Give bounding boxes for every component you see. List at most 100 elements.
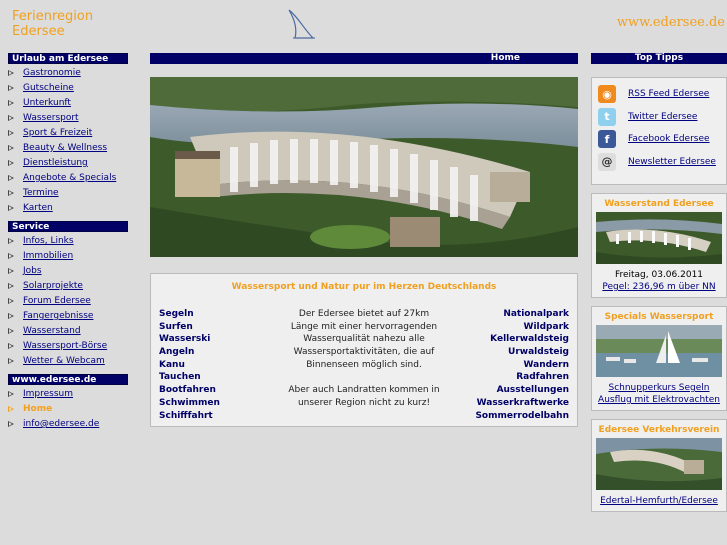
activity-link[interactable]: Urwaldsteig [475,346,569,359]
tip-link[interactable]: RSS Feed Edersee [628,89,709,99]
sidebar-item-dienstleistung[interactable]: Dienstleistung [8,156,128,171]
activity-link[interactable]: Sommerrodelbahn [475,410,569,423]
sidebar-link[interactable]: Fangergebnisse [23,311,93,321]
content-box: Wassersport und Natur pur im Herzen Deut… [150,273,578,427]
site-url[interactable]: www.edersee.de [617,15,725,30]
sail-icon[interactable] [285,8,317,40]
sidebar-item-home[interactable]: Home [8,402,128,417]
activity-link[interactable]: Wasserkraftwerke [475,397,569,410]
pegel-link[interactable]: Pegel: 236,96 m über NN [596,281,722,293]
sidebar-item-wasserstand[interactable]: Wasserstand [8,324,128,339]
sidebar-link[interactable]: Angebote & Specials [23,173,116,183]
sidebar-item-info-edersee-de[interactable]: info@edersee.de [8,417,128,432]
sidebar-item-unterkunft[interactable]: Unterkunft [8,96,128,111]
activity-link[interactable]: Ausstellungen [475,384,569,397]
sidebar-item-wassersport[interactable]: Wassersport [8,111,128,126]
sidebar-link[interactable]: Wetter & Webcam [23,356,105,366]
sidebar-link[interactable]: Home [23,404,52,414]
sidebar-item-jobs[interactable]: Jobs [8,264,128,279]
activities-left: Segeln Surfen Wasserski Angeln Kanu Tauchen Bo… [159,308,220,422]
tip-link[interactable]: Newsletter Edersee [628,157,716,167]
facebook-icon[interactable]: f [598,130,616,149]
sidebar-link[interactable]: Infos, Links [23,236,74,246]
tip-link[interactable]: Twitter Edersee [628,112,697,122]
sidebar-item-solarprojekte[interactable]: Solarprojekte [8,279,128,294]
sidebar-item-beauty-wellness[interactable]: Beauty & Wellness [8,141,128,156]
sidebar-item-sport-freizeit[interactable]: Sport & Freizeit [8,126,128,141]
tip-item[interactable]: f Facebook Edersee [592,128,726,151]
bullet-arrow-icon [8,145,14,151]
bullet-arrow-icon [8,298,14,304]
schnupperkurs-link[interactable]: Schnupperkurs Segeln [596,382,722,394]
edertal-link[interactable]: Edertal-Hemfurth/Edersee [596,495,722,507]
activity-link[interactable]: Angeln [159,346,220,359]
ausflug-link[interactable]: Ausflug mit Elektrovachten [596,394,722,406]
tip-link[interactable]: Facebook Edersee [628,134,710,144]
sidebar-link[interactable]: Dienstleistung [23,158,88,168]
sidebar-link[interactable]: Gastronomie [23,68,81,78]
bullet-arrow-icon [8,238,14,244]
bullet-arrow-icon [8,130,14,136]
tip-item[interactable]: @ Newsletter Edersee [592,151,726,174]
rss-icon[interactable]: ◉ [598,85,616,104]
activity-link[interactable]: Schifffahrt [159,410,220,423]
activity-link[interactable]: Nationalpark [475,308,569,321]
activity-link[interactable]: Segeln [159,308,220,321]
sidebar-item-gastronomie[interactable]: Gastronomie [8,66,128,81]
activity-link[interactable]: Wandern [475,359,569,372]
sidebar-link[interactable]: info@edersee.de [23,419,99,429]
main-heading: Home [150,53,578,64]
sidebar-link[interactable]: Beauty & Wellness [23,143,107,153]
activity-link[interactable]: Kanu [159,359,220,372]
tip-item[interactable]: t Twitter Edersee [592,106,726,129]
sidebar-link[interactable]: Karten [23,203,53,213]
dam-thumbnail[interactable] [596,212,722,264]
activity-link[interactable]: Wasserski [159,333,220,346]
sidebar-link[interactable]: Jobs [23,266,42,276]
sidebar-item-impressum[interactable]: Impressum [8,387,128,402]
activity-link[interactable]: Kellerwaldsteig [475,333,569,346]
sidebar-item-angebote-specials[interactable]: Angebote & Specials [8,171,128,186]
sidebar-link[interactable]: Forum Edersee [23,296,91,306]
right-sidebar: Top Tipps ◉ RSS Feed Edersee t Twitter Eder… [591,53,727,512]
sidebar-link[interactable]: Wasserstand [23,326,81,336]
top-tips-box: ◉ RSS Feed Edersee t Twitter Edersee f Facebo… [591,77,727,185]
activity-link[interactable]: Radfahren [475,371,569,384]
sidebar-link[interactable]: Unterkunft [23,98,71,108]
tip-item[interactable]: ◉ RSS Feed Edersee [592,83,726,106]
twitter-icon[interactable]: t [598,107,616,126]
sidebar-item-gutscheine[interactable]: Gutscheine [8,81,128,96]
sidebar-link[interactable]: Immobilien [23,251,73,261]
sidebar-link[interactable]: Gutscheine [23,83,74,93]
sidebar-item-wassersport-b-rse[interactable]: Wassersport-Börse [8,339,128,354]
sidebar-item-wetter-webcam[interactable]: Wetter & Webcam [8,354,128,369]
sidebar-link[interactable]: Wassersport-Börse [23,341,107,351]
sidebar-item-fangergebnisse[interactable]: Fangergebnisse [8,309,128,324]
sidebar-item-immobilien[interactable]: Immobilien [8,249,128,264]
at-icon[interactable]: @ [598,152,616,171]
bullet-arrow-icon [8,313,14,319]
left-sidebar: Urlaub am Edersee Gastronomie Gutscheine U… [8,53,128,437]
sailboat-thumbnail[interactable] [596,325,722,377]
sidebar-item-karten[interactable]: Karten [8,201,128,216]
sidebar-link[interactable]: Sport & Freizeit [23,128,92,138]
sidebar-item-infos-links[interactable]: Infos, Links [8,234,128,249]
activity-link[interactable]: Surfen [159,321,220,334]
specials-title: Specials Wassersport [604,312,714,322]
dam-aerial-thumbnail[interactable] [596,438,722,490]
sidebar-link[interactable]: Termine [23,188,59,198]
bullet-arrow-icon [8,175,14,181]
top-tips-heading: Top Tipps [591,53,727,64]
bullet-arrow-icon [8,268,14,274]
activity-link[interactable]: Tauchen [159,371,220,384]
verkehrsverein-title: Edersee Verkehrsverein [598,425,720,435]
sidebar-link[interactable]: Wassersport [23,113,79,123]
sidebar-item-termine[interactable]: Termine [8,186,128,201]
activity-link[interactable]: Wildpark [475,321,569,334]
bullet-arrow-icon [8,343,14,349]
sidebar-link[interactable]: Solarprojekte [23,281,83,291]
activity-link[interactable]: Bootfahren [159,384,220,397]
sidebar-item-forum-edersee[interactable]: Forum Edersee [8,294,128,309]
sidebar-link[interactable]: Impressum [23,389,73,399]
activity-link[interactable]: Schwimmen [159,397,220,410]
